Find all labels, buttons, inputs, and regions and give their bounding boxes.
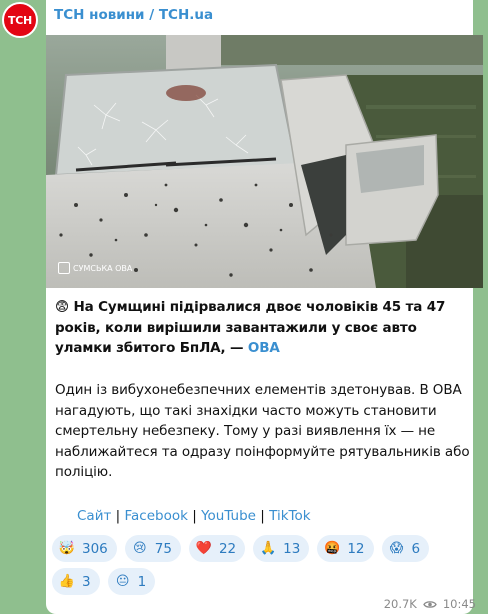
swearing-face-icon: 🤬 bbox=[324, 541, 341, 556]
praying-hands-icon: 🙏 bbox=[260, 541, 277, 556]
reaction-count: 75 bbox=[154, 540, 172, 557]
tiktok-link[interactable]: TikTok bbox=[269, 508, 310, 524]
watermark-logo-icon bbox=[58, 262, 70, 274]
reactions-bar: 🤯 306 😢 75 ❤️ 22 🙏 13 🤬 12 😱 6 👍 3 😐 1 bbox=[52, 535, 472, 595]
post-headline: 😨 На Сумщині підірвалися двоє чоловіків … bbox=[55, 297, 473, 359]
exploding-head-icon: 🤯 bbox=[58, 541, 76, 556]
reaction-crying-face[interactable]: 😢 75 bbox=[124, 535, 181, 562]
reaction-count: 13 bbox=[283, 540, 301, 557]
post-photo[interactable] bbox=[46, 35, 483, 288]
facebook-link[interactable]: Facebook bbox=[124, 508, 187, 524]
watermark-text: СУМСЬКА ОВА bbox=[73, 263, 133, 273]
channel-avatar[interactable]: ТСН bbox=[2, 2, 38, 38]
reaction-swearing-face[interactable]: 🤬 12 bbox=[317, 535, 374, 562]
youtube-link[interactable]: YouTube bbox=[201, 508, 256, 524]
message-meta: 20.7K 10:45 bbox=[384, 597, 476, 611]
crying-face-icon: 😢 bbox=[133, 541, 147, 556]
message-time: 10:45 bbox=[442, 597, 476, 611]
headline-source-link[interactable]: ОВА bbox=[248, 340, 280, 356]
reaction-praying-hands[interactable]: 🙏 13 bbox=[253, 535, 310, 562]
car-photo-illustration bbox=[46, 35, 483, 288]
reaction-count: 3 bbox=[82, 573, 91, 590]
link-separator: | bbox=[187, 508, 202, 524]
view-count: 20.7K bbox=[383, 597, 417, 611]
scared-face-emoji-icon: 😨 bbox=[55, 299, 69, 315]
reaction-count: 1 bbox=[137, 573, 147, 590]
link-separator: | bbox=[255, 508, 270, 524]
thumbs-up-icon: 👍 bbox=[58, 574, 76, 589]
channel-name[interactable]: ТСН новини / TCH.ua bbox=[54, 7, 213, 23]
link-separator: | bbox=[111, 508, 125, 524]
reaction-exploding-head[interactable]: 🤯 306 bbox=[52, 535, 117, 562]
reaction-count: 6 bbox=[411, 540, 421, 557]
red-heart-icon: ❤️ bbox=[195, 541, 213, 556]
social-links: Сайт | Facebook | YouTube | TikTok bbox=[77, 508, 311, 524]
reaction-screaming-face[interactable]: 😱 6 bbox=[381, 535, 430, 562]
photo-watermark: СУМСЬКА ОВА bbox=[58, 262, 132, 274]
screaming-face-icon: 😱 bbox=[389, 541, 404, 556]
reaction-count: 22 bbox=[218, 540, 237, 557]
reaction-count: 12 bbox=[347, 540, 365, 557]
reaction-count: 306 bbox=[82, 540, 108, 557]
neutral-face-icon: 😐 bbox=[115, 574, 130, 589]
reaction-red-heart[interactable]: ❤️ 22 bbox=[188, 535, 246, 562]
reaction-thumbs-up[interactable]: 👍 3 bbox=[52, 568, 100, 595]
post-body: Один із вибухонебезпечних елементів здет… bbox=[55, 382, 470, 480]
site-link[interactable]: Сайт bbox=[77, 508, 111, 524]
eye-icon bbox=[423, 600, 437, 608]
reaction-neutral-face[interactable]: 😐 1 bbox=[107, 568, 156, 595]
